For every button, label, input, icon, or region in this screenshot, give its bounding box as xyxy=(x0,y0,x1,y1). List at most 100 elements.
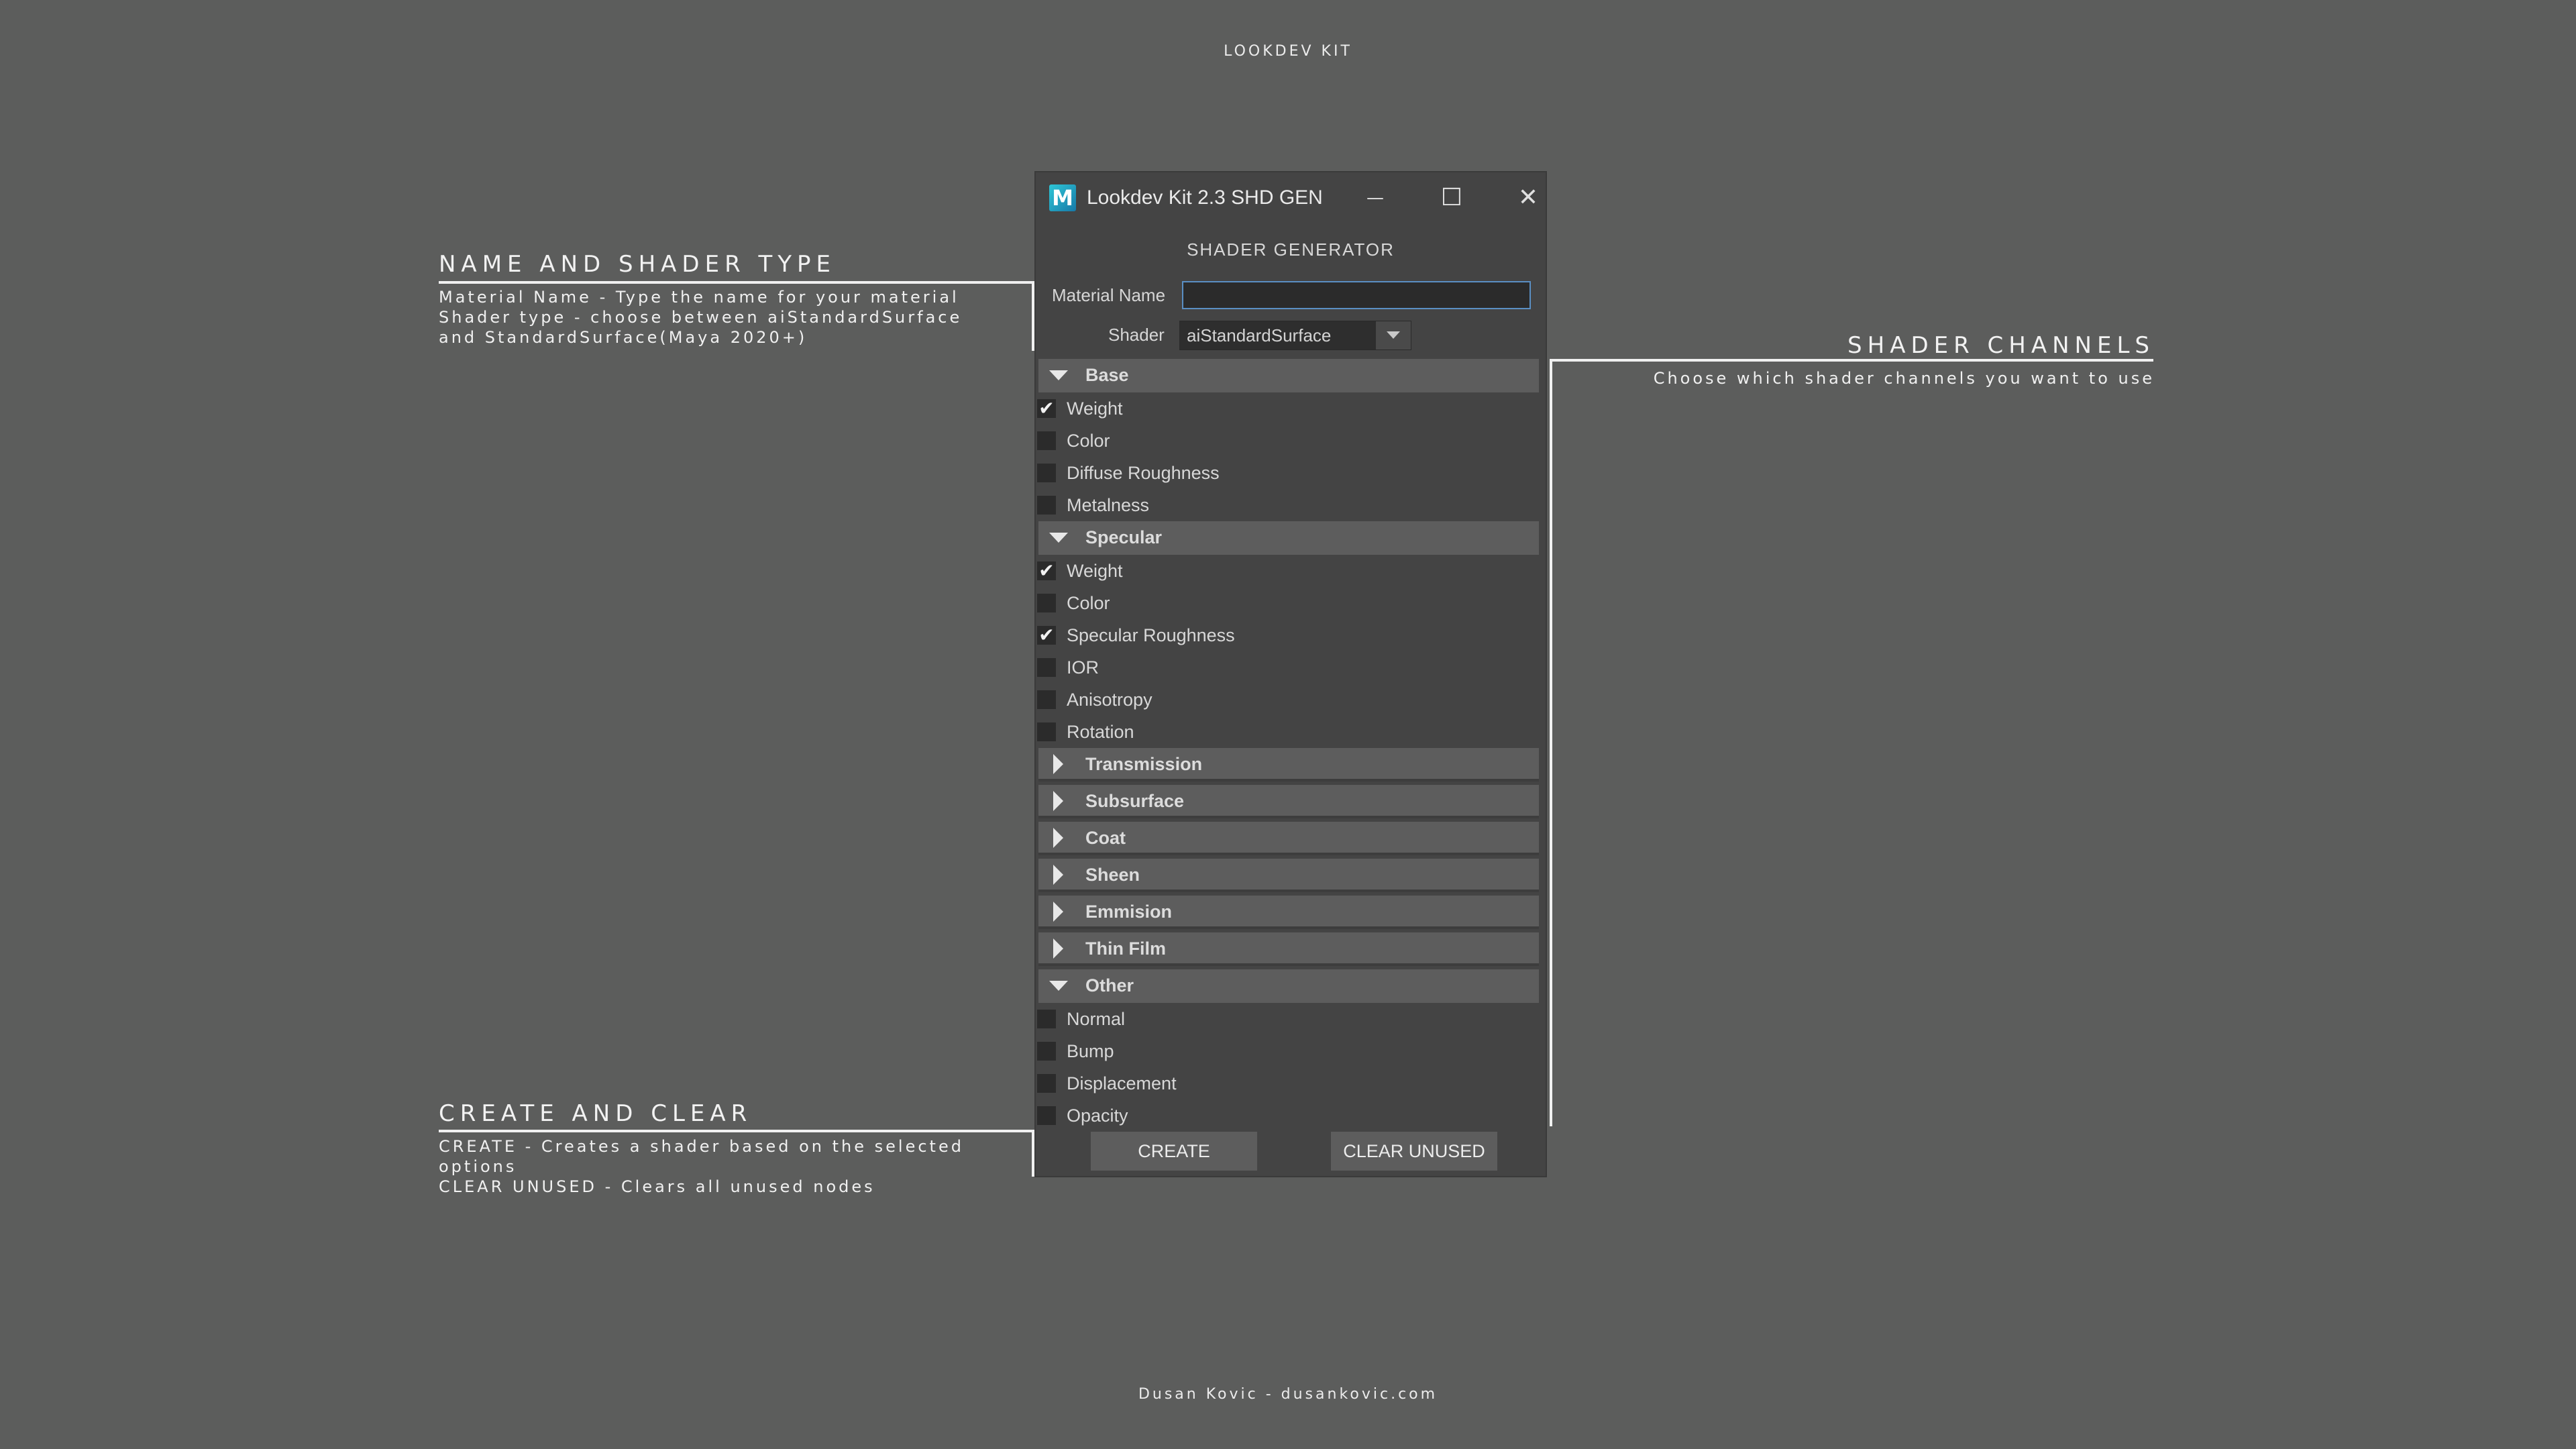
triangle-right-icon[interactable] xyxy=(1053,791,1063,811)
channel-checkbox-row[interactable]: Anisotropy xyxy=(1036,684,1539,716)
channel-checkbox-row[interactable]: Bump xyxy=(1036,1035,1539,1067)
section-header-other[interactable]: Other xyxy=(1038,969,1539,1003)
channel-checkbox-row[interactable]: Color xyxy=(1036,587,1539,619)
section-label: Thin Film xyxy=(1085,938,1166,959)
checkbox-icon[interactable] xyxy=(1037,431,1056,450)
triangle-right-icon[interactable] xyxy=(1053,938,1063,959)
annotation-connector xyxy=(439,281,1034,284)
section-label: Transmission xyxy=(1085,754,1203,774)
channel-checkbox-row[interactable]: Diffuse Roughness xyxy=(1036,457,1539,489)
section-header-specular[interactable]: Specular xyxy=(1038,521,1539,555)
section-header-sheen[interactable]: Sheen xyxy=(1038,859,1539,892)
checkbox-checked-icon[interactable]: ✔ xyxy=(1037,561,1056,580)
channel-checkbox-row[interactable]: ✔ Weight xyxy=(1036,392,1539,425)
minimize-icon[interactable]: — xyxy=(1354,180,1397,215)
checkbox-label: Color xyxy=(1067,431,1110,451)
section-header-base[interactable]: Base xyxy=(1038,359,1539,392)
section-label: Sheen xyxy=(1085,865,1140,885)
checkbox-label: IOR xyxy=(1067,657,1099,678)
checkbox-label: Bump xyxy=(1067,1041,1114,1061)
shader-type-value: aiStandardSurface xyxy=(1187,325,1332,345)
annotation-line: and StandardSurface(Maya 2020+) xyxy=(439,328,808,347)
checkbox-icon[interactable] xyxy=(1037,1106,1056,1125)
material-name-label: Material Name xyxy=(1052,285,1166,305)
section-header-subsurface[interactable]: Subsurface xyxy=(1038,785,1539,818)
checkbox-label: Displacement xyxy=(1067,1073,1177,1093)
checkbox-label: Specular Roughness xyxy=(1067,625,1235,645)
annotation-connector xyxy=(1032,281,1034,351)
checkbox-icon[interactable] xyxy=(1037,690,1056,709)
triangle-down-icon[interactable] xyxy=(1049,370,1068,380)
checkbox-icon[interactable] xyxy=(1037,594,1056,612)
window-title: Lookdev Kit 2.3 SHD GEN xyxy=(1087,186,1323,209)
close-icon[interactable]: ✕ xyxy=(1507,180,1550,215)
section-header-thin-film[interactable]: Thin Film xyxy=(1038,932,1539,966)
section-label: Emmision xyxy=(1085,902,1173,922)
checkbox-label: Normal xyxy=(1067,1009,1126,1029)
annotation-name-shader: NAME AND SHADER TYPE Material Name - Typ… xyxy=(439,251,962,347)
triangle-down-icon[interactable] xyxy=(1049,533,1068,543)
checkbox-icon[interactable] xyxy=(1037,464,1056,482)
checkbox-icon[interactable] xyxy=(1037,1010,1056,1028)
checkbox-label: Color xyxy=(1067,593,1110,613)
channel-checkbox-row[interactable]: Opacity xyxy=(1036,1099,1539,1132)
chevron-down-icon[interactable] xyxy=(1376,321,1411,350)
annotation-title: CREATE AND CLEAR xyxy=(439,1100,753,1127)
channel-checkbox-row[interactable]: IOR xyxy=(1036,651,1539,684)
maximize-icon[interactable]: ☐ xyxy=(1430,180,1473,215)
section-header-transmission[interactable]: Transmission xyxy=(1038,748,1539,782)
annotation-connector xyxy=(1550,359,2153,362)
channel-checkbox-row[interactable]: ✔ Specular Roughness xyxy=(1036,619,1539,651)
material-name-input[interactable] xyxy=(1182,281,1531,309)
checkbox-checked-icon[interactable]: ✔ xyxy=(1037,626,1056,645)
checkbox-label: Anisotropy xyxy=(1067,690,1152,710)
section-label: Other xyxy=(1085,975,1134,996)
channel-checkbox-row[interactable]: ✔ Weight xyxy=(1036,555,1539,587)
channel-checkbox-row[interactable]: Normal xyxy=(1036,1003,1539,1035)
checkbox-icon[interactable] xyxy=(1037,658,1056,677)
checkbox-checked-icon[interactable]: ✔ xyxy=(1037,399,1056,418)
channel-checkbox-row[interactable]: Rotation xyxy=(1036,716,1539,748)
shader-generator-window: M Lookdev Kit 2.3 SHD GEN — ☐ ✕ SHADER G… xyxy=(1036,172,1546,1176)
channel-checkbox-row[interactable]: Displacement xyxy=(1036,1067,1539,1099)
checkbox-icon[interactable] xyxy=(1037,722,1056,741)
shader-generator-heading: SHADER GENERATOR xyxy=(1187,239,1395,260)
create-button[interactable]: CREATE xyxy=(1091,1132,1257,1171)
checkbox-label: Opacity xyxy=(1067,1106,1128,1126)
annotation-connector xyxy=(1550,359,1552,1126)
annotation-title: SHADER CHANNELS xyxy=(1847,332,2155,359)
annotation-line: options xyxy=(439,1157,517,1176)
checkbox-label: Metalness xyxy=(1067,495,1150,515)
shader-type-dropdown[interactable]: aiStandardSurface xyxy=(1179,321,1411,350)
section-header-emmision[interactable]: Emmision xyxy=(1038,896,1539,929)
annotation-line: CLEAR UNUSED - Clears all unused nodes xyxy=(439,1177,875,1196)
clear-unused-button[interactable]: CLEAR UNUSED xyxy=(1331,1132,1497,1171)
annotation-connector xyxy=(439,1130,1034,1132)
triangle-right-icon[interactable] xyxy=(1053,865,1063,885)
channel-checkbox-row[interactable]: Metalness xyxy=(1036,489,1539,521)
triangle-right-icon[interactable] xyxy=(1053,754,1063,774)
annotation-create-clear: CREATE AND CLEAR CREATE - Creates a shad… xyxy=(439,1100,964,1197)
channel-checkbox-row[interactable]: Color xyxy=(1036,425,1539,457)
section-label: Subsurface xyxy=(1085,791,1185,811)
annotation-title: NAME AND SHADER TYPE xyxy=(439,251,837,278)
triangle-right-icon[interactable] xyxy=(1053,828,1063,848)
annotation-line: Shader type - choose between aiStandardS… xyxy=(439,308,963,327)
checkbox-label: Diffuse Roughness xyxy=(1067,463,1220,483)
window-titlebar[interactable]: M Lookdev Kit 2.3 SHD GEN — ☐ ✕ xyxy=(1036,172,1546,223)
triangle-down-icon[interactable] xyxy=(1049,981,1068,991)
shader-label: Shader xyxy=(1108,325,1165,345)
checkbox-label: Rotation xyxy=(1067,722,1134,742)
section-header-coat[interactable]: Coat xyxy=(1038,822,1539,855)
checkbox-icon[interactable] xyxy=(1037,496,1056,515)
annotation-connector xyxy=(1032,1130,1034,1177)
maya-app-icon: M xyxy=(1049,184,1076,211)
page-title: LOOKDEV KIT xyxy=(1224,43,1352,60)
section-label: Specular xyxy=(1085,527,1163,547)
section-label: Base xyxy=(1085,365,1129,385)
checkbox-icon[interactable] xyxy=(1037,1074,1056,1093)
checkbox-label: Weight xyxy=(1067,398,1123,419)
footer-credit: Dusan Kovic - dusankovic.com xyxy=(1138,1386,1438,1403)
checkbox-icon[interactable] xyxy=(1037,1042,1056,1061)
triangle-right-icon[interactable] xyxy=(1053,902,1063,922)
